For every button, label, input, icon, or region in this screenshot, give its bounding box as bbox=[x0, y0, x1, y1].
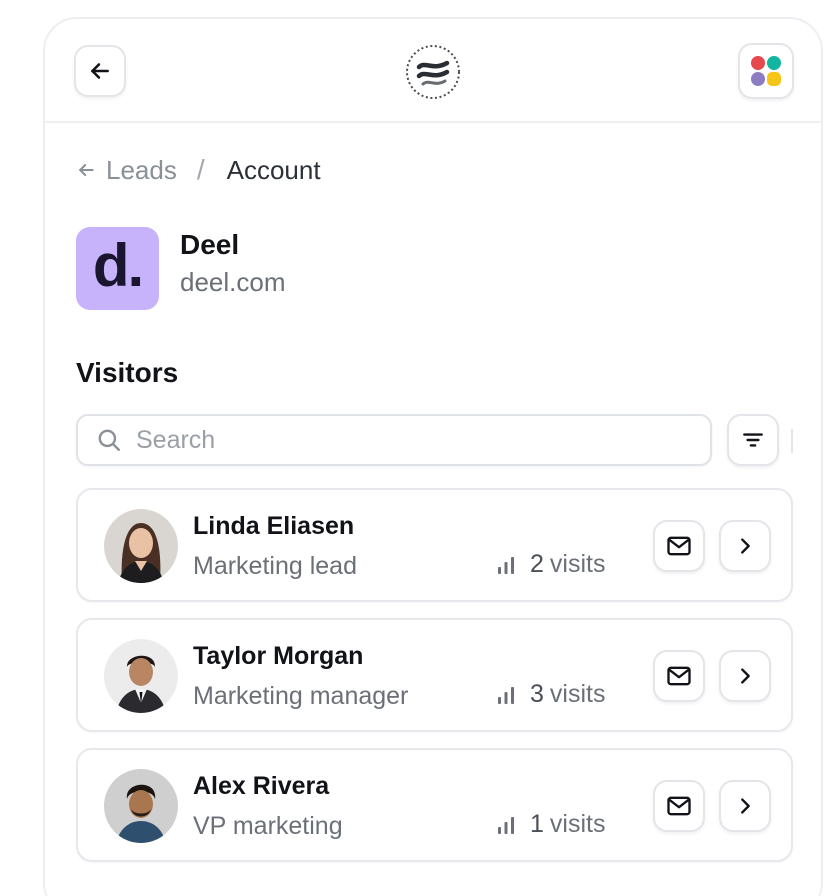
visitor-visits: 2 visits bbox=[496, 550, 605, 579]
visits-label: visits bbox=[549, 680, 606, 708]
mail-icon bbox=[665, 532, 693, 560]
search-box[interactable] bbox=[76, 414, 712, 466]
visits-label: visits bbox=[549, 810, 606, 838]
company-name: Deel bbox=[180, 229, 240, 260]
email-button[interactable] bbox=[653, 520, 705, 572]
company-logo: d. bbox=[76, 227, 159, 310]
search-icon bbox=[96, 427, 122, 453]
visitor-role: Marketing manager bbox=[193, 682, 409, 710]
mail-icon bbox=[665, 662, 693, 690]
chevron-right-icon bbox=[734, 535, 756, 557]
visitor-name: Taylor Morgan bbox=[193, 642, 364, 670]
visitor-visits: 1 visits bbox=[496, 810, 605, 839]
filter-button[interactable] bbox=[727, 414, 779, 466]
apps-grid-icon bbox=[749, 54, 783, 88]
open-visitor-button[interactable] bbox=[719, 650, 771, 702]
visitor-name: Alex Rivera bbox=[193, 772, 330, 800]
arrow-left-icon bbox=[87, 58, 113, 84]
back-button[interactable] bbox=[74, 45, 126, 97]
open-visitor-button[interactable] bbox=[719, 520, 771, 572]
visitors-heading: Visitors bbox=[76, 357, 179, 388]
company-logo-letter: d. bbox=[92, 232, 144, 299]
visitor-visits: 3 visits bbox=[496, 680, 605, 709]
company-domain[interactable]: deel.com bbox=[180, 267, 286, 298]
divider bbox=[791, 429, 793, 453]
avatar bbox=[104, 769, 178, 843]
breadcrumb: Leads / Account bbox=[76, 152, 321, 188]
filter-icon bbox=[740, 427, 766, 453]
visits-count: 2 bbox=[530, 550, 544, 578]
visitor-name: Linda Eliasen bbox=[193, 512, 355, 540]
breadcrumb-current: Account bbox=[226, 154, 321, 185]
visitor-list: Linda Eliasen Marketing lead 2 visits Ta… bbox=[76, 488, 793, 878]
account-panel: Leads / Account d. Deel deel.com Visitor… bbox=[43, 17, 823, 896]
email-button[interactable] bbox=[653, 780, 705, 832]
brand-logo-icon bbox=[403, 42, 463, 102]
search-input[interactable] bbox=[136, 425, 656, 455]
visits-label: visits bbox=[549, 550, 606, 578]
visitor-card[interactable]: Linda Eliasen Marketing lead 2 visits bbox=[76, 488, 793, 602]
avatar bbox=[104, 639, 178, 713]
avatar bbox=[104, 509, 178, 583]
bar-chart-icon bbox=[496, 815, 516, 835]
visitor-card[interactable]: Taylor Morgan Marketing manager 3 visits bbox=[76, 618, 793, 732]
visitor-role: VP marketing bbox=[193, 812, 343, 840]
mail-icon bbox=[665, 792, 693, 820]
visitor-role: Marketing lead bbox=[193, 552, 357, 580]
bar-chart-icon bbox=[496, 685, 516, 705]
top-bar bbox=[45, 19, 821, 123]
breadcrumb-leads-link[interactable]: Leads bbox=[106, 155, 177, 186]
visits-count: 1 bbox=[530, 810, 544, 838]
chevron-right-icon bbox=[734, 795, 756, 817]
email-button[interactable] bbox=[653, 650, 705, 702]
apps-button[interactable] bbox=[738, 43, 794, 99]
chevron-right-icon bbox=[734, 665, 756, 687]
open-visitor-button[interactable] bbox=[719, 780, 771, 832]
bar-chart-icon bbox=[496, 555, 516, 575]
arrow-left-icon[interactable] bbox=[76, 160, 96, 180]
breadcrumb-separator: / bbox=[196, 154, 205, 185]
visitor-card[interactable]: Alex Rivera VP marketing 1 visits bbox=[76, 748, 793, 862]
visits-count: 3 bbox=[530, 680, 544, 708]
